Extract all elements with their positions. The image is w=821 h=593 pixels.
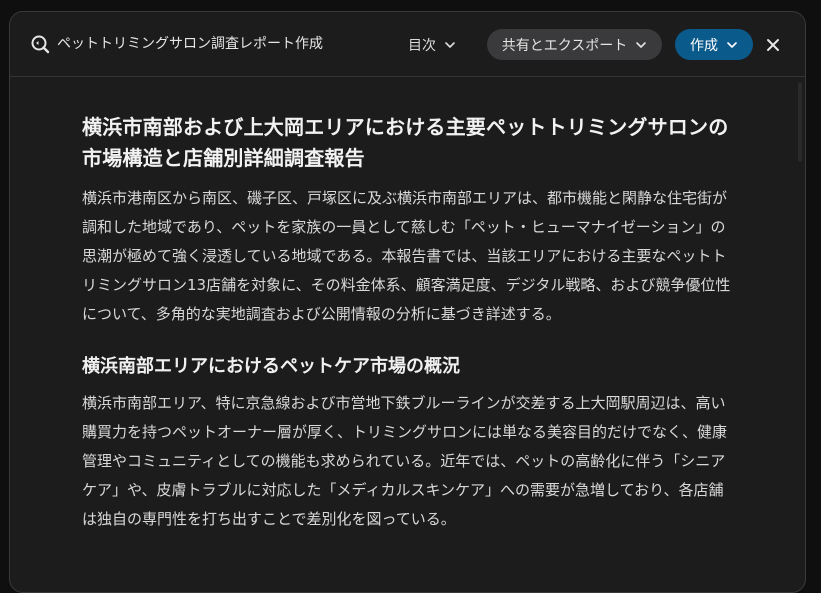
chevron-down-icon	[727, 41, 737, 48]
toc-button[interactable]: 目次	[400, 30, 464, 60]
app-title: ペットトリミングサロン調査レポート作成	[57, 36, 323, 52]
intro-paragraph: 横浜市港南区から南区、磯子区、戸塚区に及ぶ横浜市南部エリアは、都市機能と閑静な住…	[82, 189, 731, 323]
share-export-button[interactable]: 共有とエクスポート	[487, 29, 662, 60]
close-icon[interactable]	[764, 36, 782, 54]
search-document-icon	[31, 35, 50, 54]
scrollbar[interactable]	[798, 82, 802, 162]
create-button[interactable]: 作成	[675, 29, 753, 60]
panel-header: ペットトリミングサロン調査レポート作成 目次 共有とエクスポート 作成	[10, 12, 805, 77]
document-content: 横浜市南部および上大岡エリアにおける主要ペットトリミングサロンの市場構造と店舗別…	[82, 112, 732, 534]
section-paragraph: 横浜市南部エリア、特に京急線および市営地下鉄ブルーラインが交差する上大岡駅周辺は…	[82, 394, 728, 528]
chevron-down-icon	[445, 42, 455, 48]
chevron-down-icon	[636, 41, 647, 48]
create-label: 作成	[690, 37, 718, 54]
document-title: 横浜市南部および上大岡エリアにおける主要ペットトリミングサロンの市場構造と店舗別…	[82, 115, 729, 170]
toc-label: 目次	[408, 38, 436, 54]
share-export-label: 共有とエクスポート	[501, 37, 628, 54]
report-panel: ペットトリミングサロン調査レポート作成 目次 共有とエクスポート 作成 横浜市南	[9, 11, 806, 593]
section-heading: 横浜南部エリアにおけるペットケア市場の概況	[82, 356, 460, 377]
